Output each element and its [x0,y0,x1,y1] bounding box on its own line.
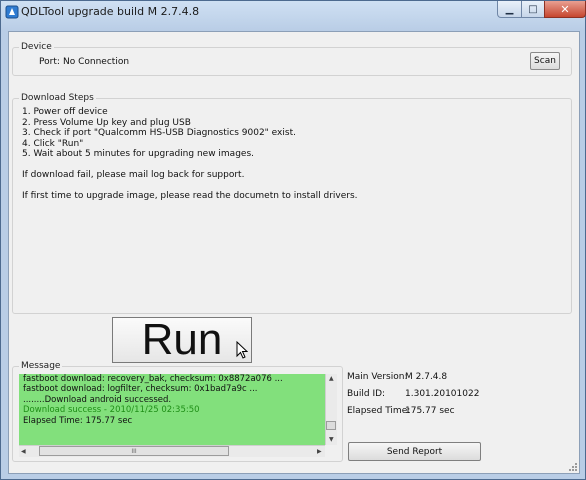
elapsed-time-value: 175.77 sec [405,406,455,416]
elapsed-time-label: Elapsed Time: [347,406,411,416]
run-button[interactable]: Run [112,315,252,364]
window-title: QDLTool upgrade build M 2.7.4.8 [21,5,200,18]
message-group-title: Message [19,360,63,372]
mouse-cursor-icon [236,341,248,359]
build-id-label: Build ID: [347,389,386,399]
minimize-button[interactable]: ▁ [497,1,522,18]
grip-icon: III [131,447,137,455]
scan-button[interactable]: Scan [530,52,560,70]
log-vertical-scroll-thumb[interactable] [326,421,336,430]
log-line-success: Download success - 2010/11/25 02:35:50 [23,405,200,416]
step-line: 4. Click "Run" [22,138,84,149]
resize-grip-icon[interactable] [567,461,577,471]
log-line: fastboot download: recovery_bak, checksu… [23,374,283,384]
device-group-title: Device [19,41,54,53]
port-label: Port: [39,57,60,67]
title-bar[interactable]: QDLTool upgrade build M 2.7.4.8 ▁ □ ✕ [1,1,586,27]
message-log[interactable]: fastboot download: recovery_bak, checksu… [19,374,325,445]
scroll-left-icon[interactable]: ◀ [21,448,26,455]
main-version-value: M 2.7.4.8 [405,372,448,382]
log-line: ........Download android successed. [23,394,172,405]
log-horizontal-scroll-thumb[interactable]: III [39,446,229,456]
step-line: 5. Wait about 5 minutes for upgrading ne… [22,149,255,159]
driver-note: If first time to upgrade image, please r… [22,191,358,201]
scroll-up-icon[interactable]: ▲ [329,375,334,382]
step-line: 2. Press Volume Up key and plug USB [22,117,191,128]
send-report-button[interactable]: Send Report [348,442,481,461]
scroll-right-icon[interactable]: ▶ [317,448,322,455]
step-line: 3. Check if port "Qualcomm HS-USB Diagno… [22,128,296,138]
device-group: Device Port: No Connection Scan [12,41,572,76]
close-icon: ✕ [560,2,570,16]
close-button[interactable]: ✕ [544,1,586,18]
support-note: If download fail, please mail log back f… [22,170,245,180]
download-steps-group: Download Steps 1. Power off device 2. Pr… [12,92,572,314]
build-id-value: 1.301.20101022 [405,389,480,399]
port-value: No Connection [63,57,130,67]
log-vertical-scrollbar[interactable]: ▲ ▼ [325,374,337,445]
log-line: fastboot download: logfilter, checksum: … [23,384,258,395]
steps-text: 1. Power off device 2. Press Volume Up k… [22,107,358,202]
maximize-button[interactable]: □ [521,1,545,18]
scroll-down-icon[interactable]: ▼ [329,436,334,443]
minimize-icon: ▁ [505,3,514,15]
log-line: Elapsed Time: 175.77 sec [23,415,133,426]
app-window: QDLTool upgrade build M 2.7.4.8 ▁ □ ✕ De… [0,0,586,480]
step-line: 1. Power off device [22,107,108,117]
client-area: Device Port: No Connection Scan Download… [8,31,580,474]
main-version-label: Main Version: [347,372,408,382]
qdltool-app-icon [5,5,19,19]
maximize-icon: □ [528,3,538,15]
download-steps-title: Download Steps [19,92,96,104]
